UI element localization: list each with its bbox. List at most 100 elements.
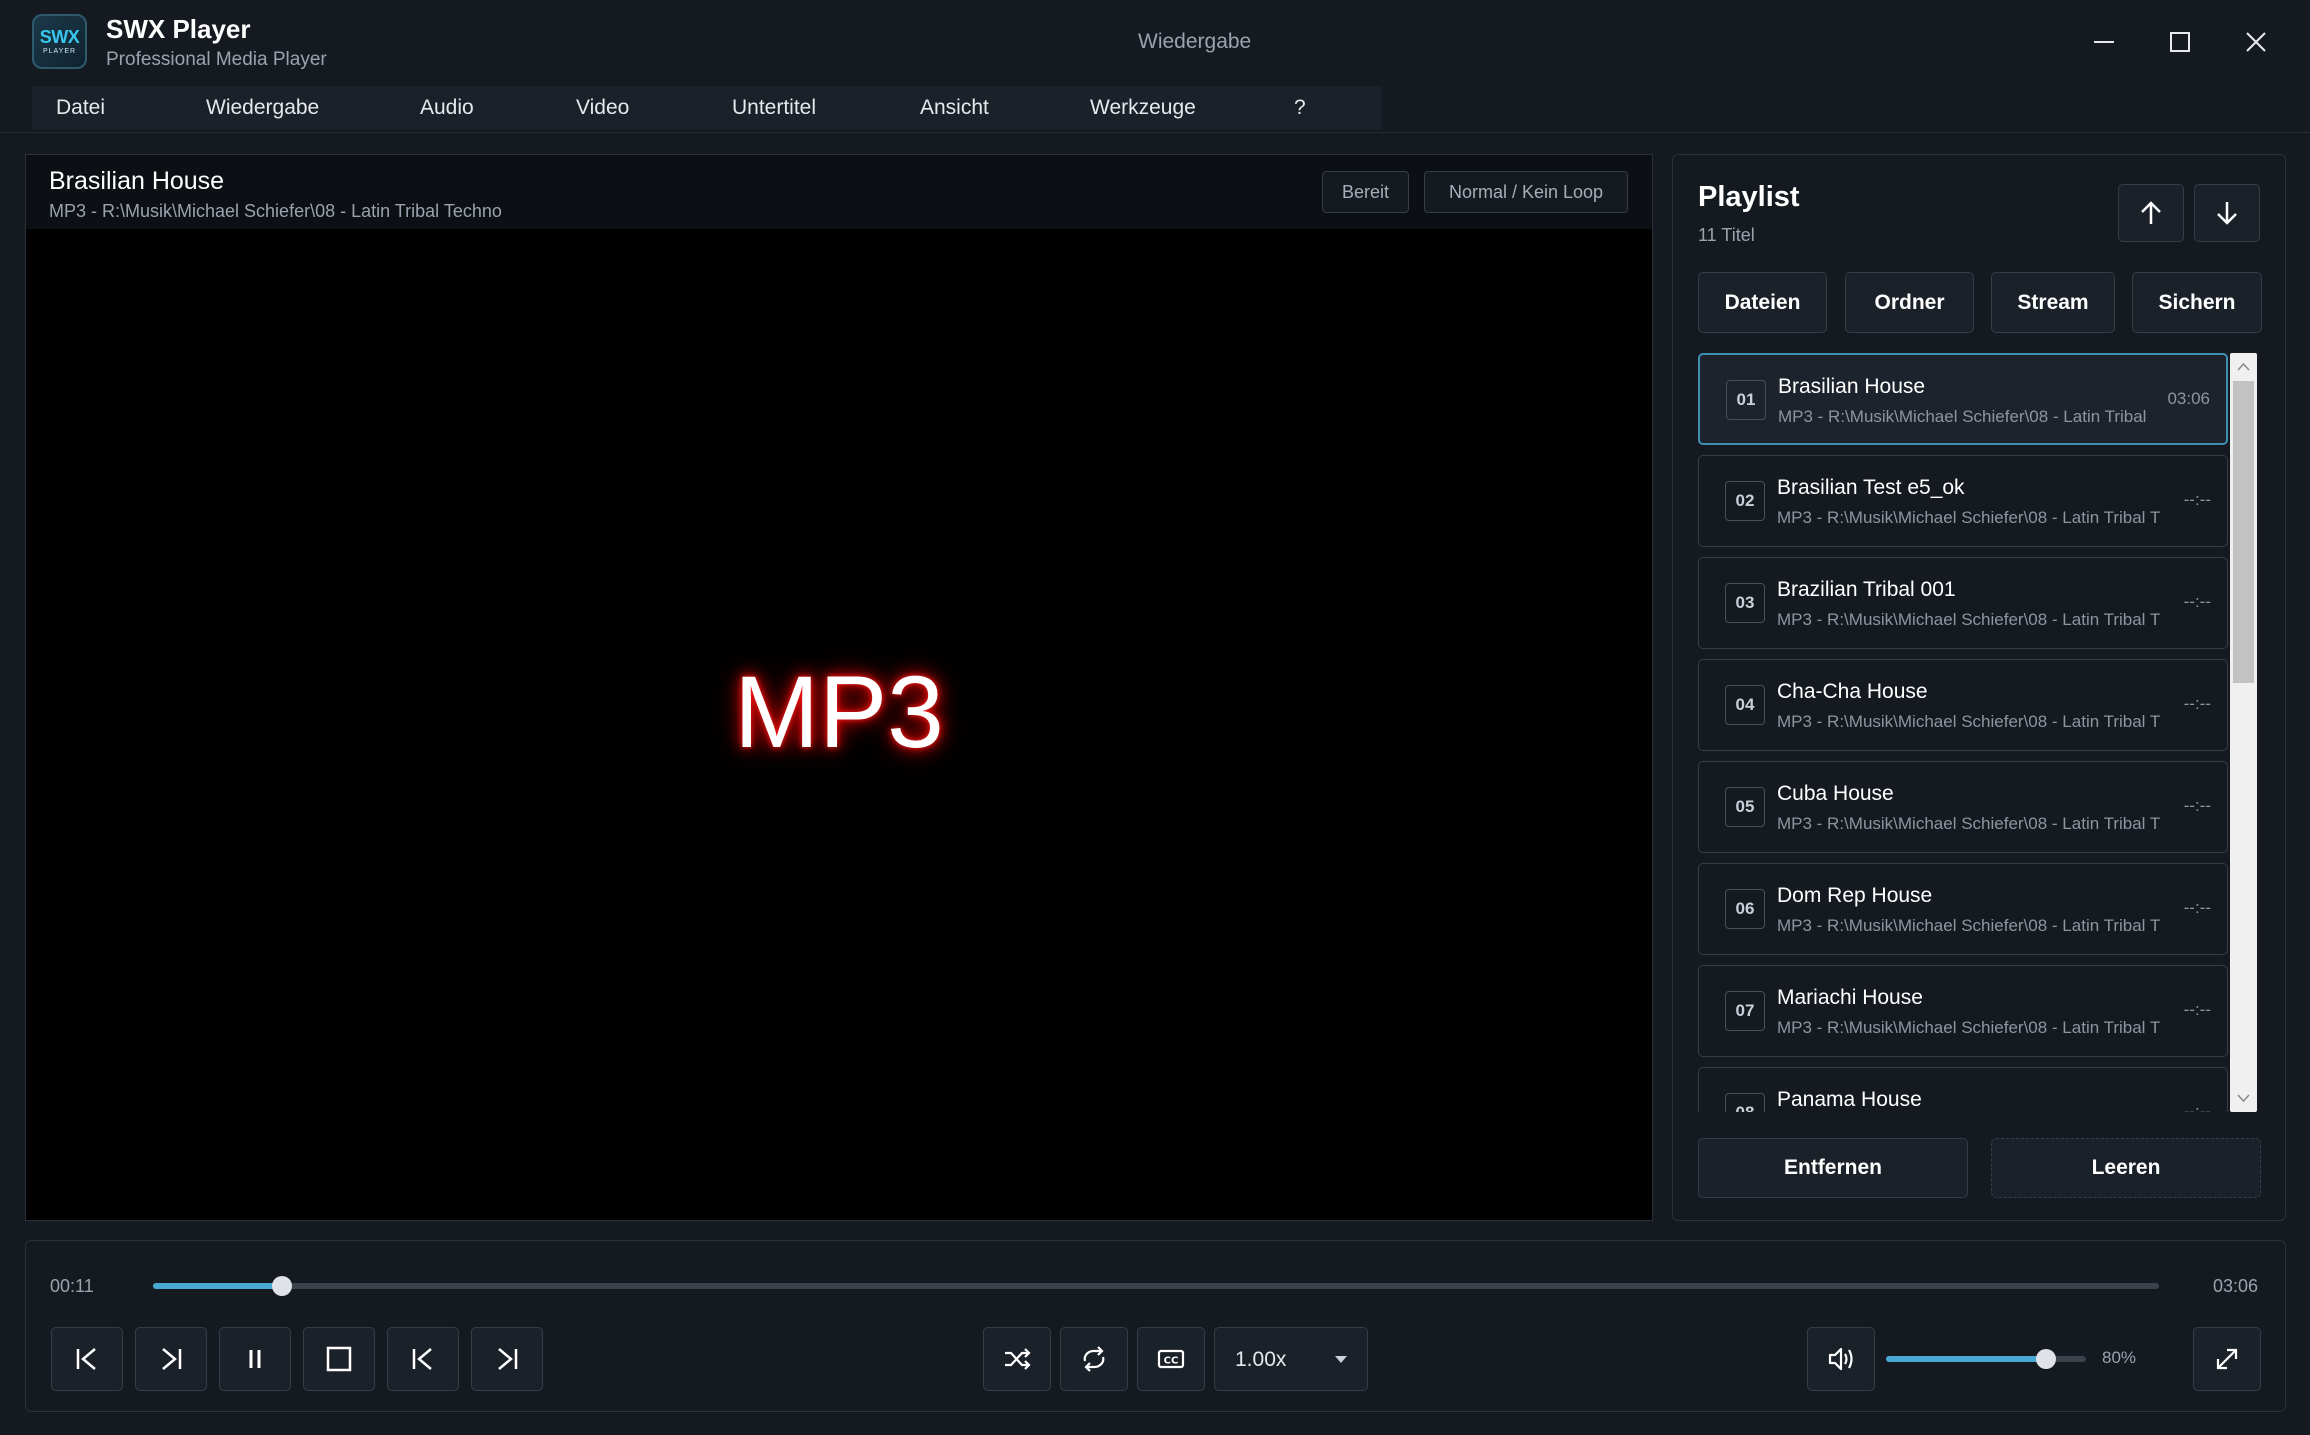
playlist-item[interactable]: 05 Cuba House MP3 - R:\Musik\Michael Sch… (1698, 761, 2228, 853)
current-time: 00:11 (50, 1276, 94, 1296)
track-number: 08 (1725, 1093, 1765, 1112)
arrow-up-icon (2141, 201, 2161, 224)
arrow-down-icon (2217, 202, 2237, 225)
track-name: Mariachi House (1777, 986, 1923, 1009)
minimize-icon (2094, 41, 2114, 43)
playlist-item[interactable]: 03 Brazilian Tribal 001 MP3 - R:\Musik\M… (1698, 557, 2228, 649)
logo-text: SWX (39, 27, 80, 47)
track-number: 04 (1725, 685, 1765, 725)
window-title: Wiedergabe (1138, 30, 1252, 53)
track-number: 05 (1725, 787, 1765, 827)
track-path: MP3 - R:\Musik\Michael Schiefer\08 - Lat… (1777, 916, 2161, 935)
track-duration: --:-- (2183, 1000, 2211, 1019)
pause-icon (249, 1350, 261, 1368)
play-skip-icon (162, 1348, 182, 1370)
volume-handle[interactable] (2036, 1349, 2056, 1369)
track-number: 07 (1725, 991, 1765, 1031)
app-subtitle: Professional Media Player (106, 49, 327, 70)
subtitles-button[interactable]: CC (1137, 1327, 1205, 1391)
maximize-button[interactable] (2158, 20, 2202, 64)
volume-slider[interactable] (1886, 1349, 2086, 1369)
close-button[interactable] (2234, 20, 2278, 64)
previous-track-button[interactable] (51, 1327, 123, 1391)
svg-text:CC: CC (1164, 1356, 1179, 1367)
previous-icon (412, 1348, 432, 1370)
status-badge: Bereit (1322, 171, 1409, 213)
playlist-item[interactable]: 08 Panama House --:-- (1698, 1067, 2228, 1112)
playlist-title: Playlist (1698, 181, 1800, 213)
total-time: 03:06 (2213, 1276, 2259, 1296)
playback-speed-value: 1.00x (1235, 1348, 1287, 1371)
scroll-up-icon[interactable] (2230, 357, 2257, 377)
playlist-scrollbar[interactable] (2230, 353, 2257, 1112)
format-label: MP3 (734, 655, 944, 769)
playlist-panel: Playlist 11 Titel Dateien Ordner Stream … (1672, 154, 2286, 1221)
track-duration: --:-- (2183, 1102, 2211, 1112)
close-icon (2246, 32, 2266, 52)
fullscreen-button[interactable] (2193, 1327, 2261, 1391)
track-path: MP3 - R:\Musik\Michael Schiefer\08 - Lat… (1777, 712, 2161, 731)
track-path: MP3 - R:\Musik\Michael Schiefer\08 - Lat… (1777, 508, 2161, 527)
menu-audio[interactable]: Audio (420, 86, 474, 130)
track-number: 01 (1726, 380, 1766, 420)
mute-button[interactable] (1807, 1327, 1875, 1391)
track-duration: --:-- (2183, 796, 2211, 815)
menu-help[interactable]: ? (1294, 86, 1306, 130)
video-display[interactable]: MP3 Brasilian House MP3 - R:\Musik\Micha… (25, 154, 1653, 1221)
stop-button[interactable] (303, 1327, 375, 1391)
logo-subtext: PLAYER (42, 48, 77, 55)
menu-bar: Datei Wiedergabe Audio Video Untertitel … (32, 86, 1382, 130)
playlist-item-active[interactable]: 01 Brasilian House MP3 - R:\Musik\Michae… (1698, 353, 2228, 445)
playlist-item[interactable]: 02 Brasilian Test e5_ok MP3 - R:\Musik\M… (1698, 455, 2228, 547)
track-name: Brasilian House (1778, 375, 1926, 398)
closed-captions-icon: CC (1157, 1349, 1185, 1369)
repeat-button[interactable] (1060, 1327, 1128, 1391)
skip-back-icon (76, 1348, 96, 1370)
track-number: 06 (1725, 889, 1765, 929)
menu-wiedergabe[interactable]: Wiedergabe (206, 86, 319, 130)
pause-button[interactable] (219, 1327, 291, 1391)
move-down-button[interactable] (2194, 184, 2260, 242)
seek-handle[interactable] (272, 1276, 293, 1296)
move-up-button[interactable] (2118, 184, 2184, 242)
track-name: Cha-Cha House (1777, 680, 1928, 703)
remove-button[interactable]: Entfernen (1698, 1138, 1968, 1198)
play-next-button[interactable] (135, 1327, 207, 1391)
stop-icon (326, 1346, 352, 1372)
menu-video[interactable]: Video (576, 86, 629, 130)
add-files-button[interactable]: Dateien (1698, 272, 1827, 333)
playback-speed-select[interactable]: 1.00x (1214, 1327, 1368, 1391)
app-logo: SWX PLAYER (32, 14, 87, 69)
menu-untertitel[interactable]: Untertitel (732, 86, 816, 130)
playlist-list[interactable]: 01 Brasilian House MP3 - R:\Musik\Michae… (1698, 353, 2228, 1112)
next-button[interactable] (471, 1327, 543, 1391)
track-name: Dom Rep House (1777, 884, 1933, 907)
add-folder-button[interactable]: Ordner (1845, 272, 1974, 333)
save-playlist-button[interactable]: Sichern (2132, 272, 2262, 333)
playlist-item[interactable]: 04 Cha-Cha House MP3 - R:\Musik\Michael … (1698, 659, 2228, 751)
minimize-button[interactable] (2082, 20, 2126, 64)
clear-button[interactable]: Leeren (1991, 1138, 2261, 1198)
volume-icon (1828, 1347, 1853, 1371)
menu-ansicht[interactable]: Ansicht (920, 86, 989, 130)
scrollbar-thumb[interactable] (2233, 381, 2254, 683)
playlist-item[interactable]: 07 Mariachi House MP3 - R:\Musik\Michael… (1698, 965, 2228, 1057)
volume-percent: 80% (2102, 1348, 2137, 1367)
volume-level (1886, 1356, 2046, 1362)
track-title: Brasilian House (49, 167, 225, 195)
shuffle-icon (1005, 1348, 1031, 1370)
track-name: Panama House (1777, 1088, 1922, 1111)
seek-bar[interactable] (153, 1276, 2159, 1296)
menu-datei[interactable]: Datei (56, 86, 105, 130)
track-name: Brazilian Tribal 001 (1777, 578, 1956, 601)
playlist-item[interactable]: 06 Dom Rep House MP3 - R:\Musik\Michael … (1698, 863, 2228, 955)
track-number: 03 (1725, 583, 1765, 623)
track-duration: --:-- (2183, 490, 2211, 509)
shuffle-button[interactable] (983, 1327, 1051, 1391)
control-bar: 00:11 03:06 CC 1.00x 80% (25, 1240, 2286, 1412)
previous-button[interactable] (387, 1327, 459, 1391)
menu-werkzeuge[interactable]: Werkzeuge (1090, 86, 1196, 130)
scroll-down-icon[interactable] (2230, 1088, 2257, 1108)
track-path: MP3 - R:\Musik\Michael Schiefer\08 - Lat… (1777, 814, 2161, 833)
add-stream-button[interactable]: Stream (1991, 272, 2115, 333)
